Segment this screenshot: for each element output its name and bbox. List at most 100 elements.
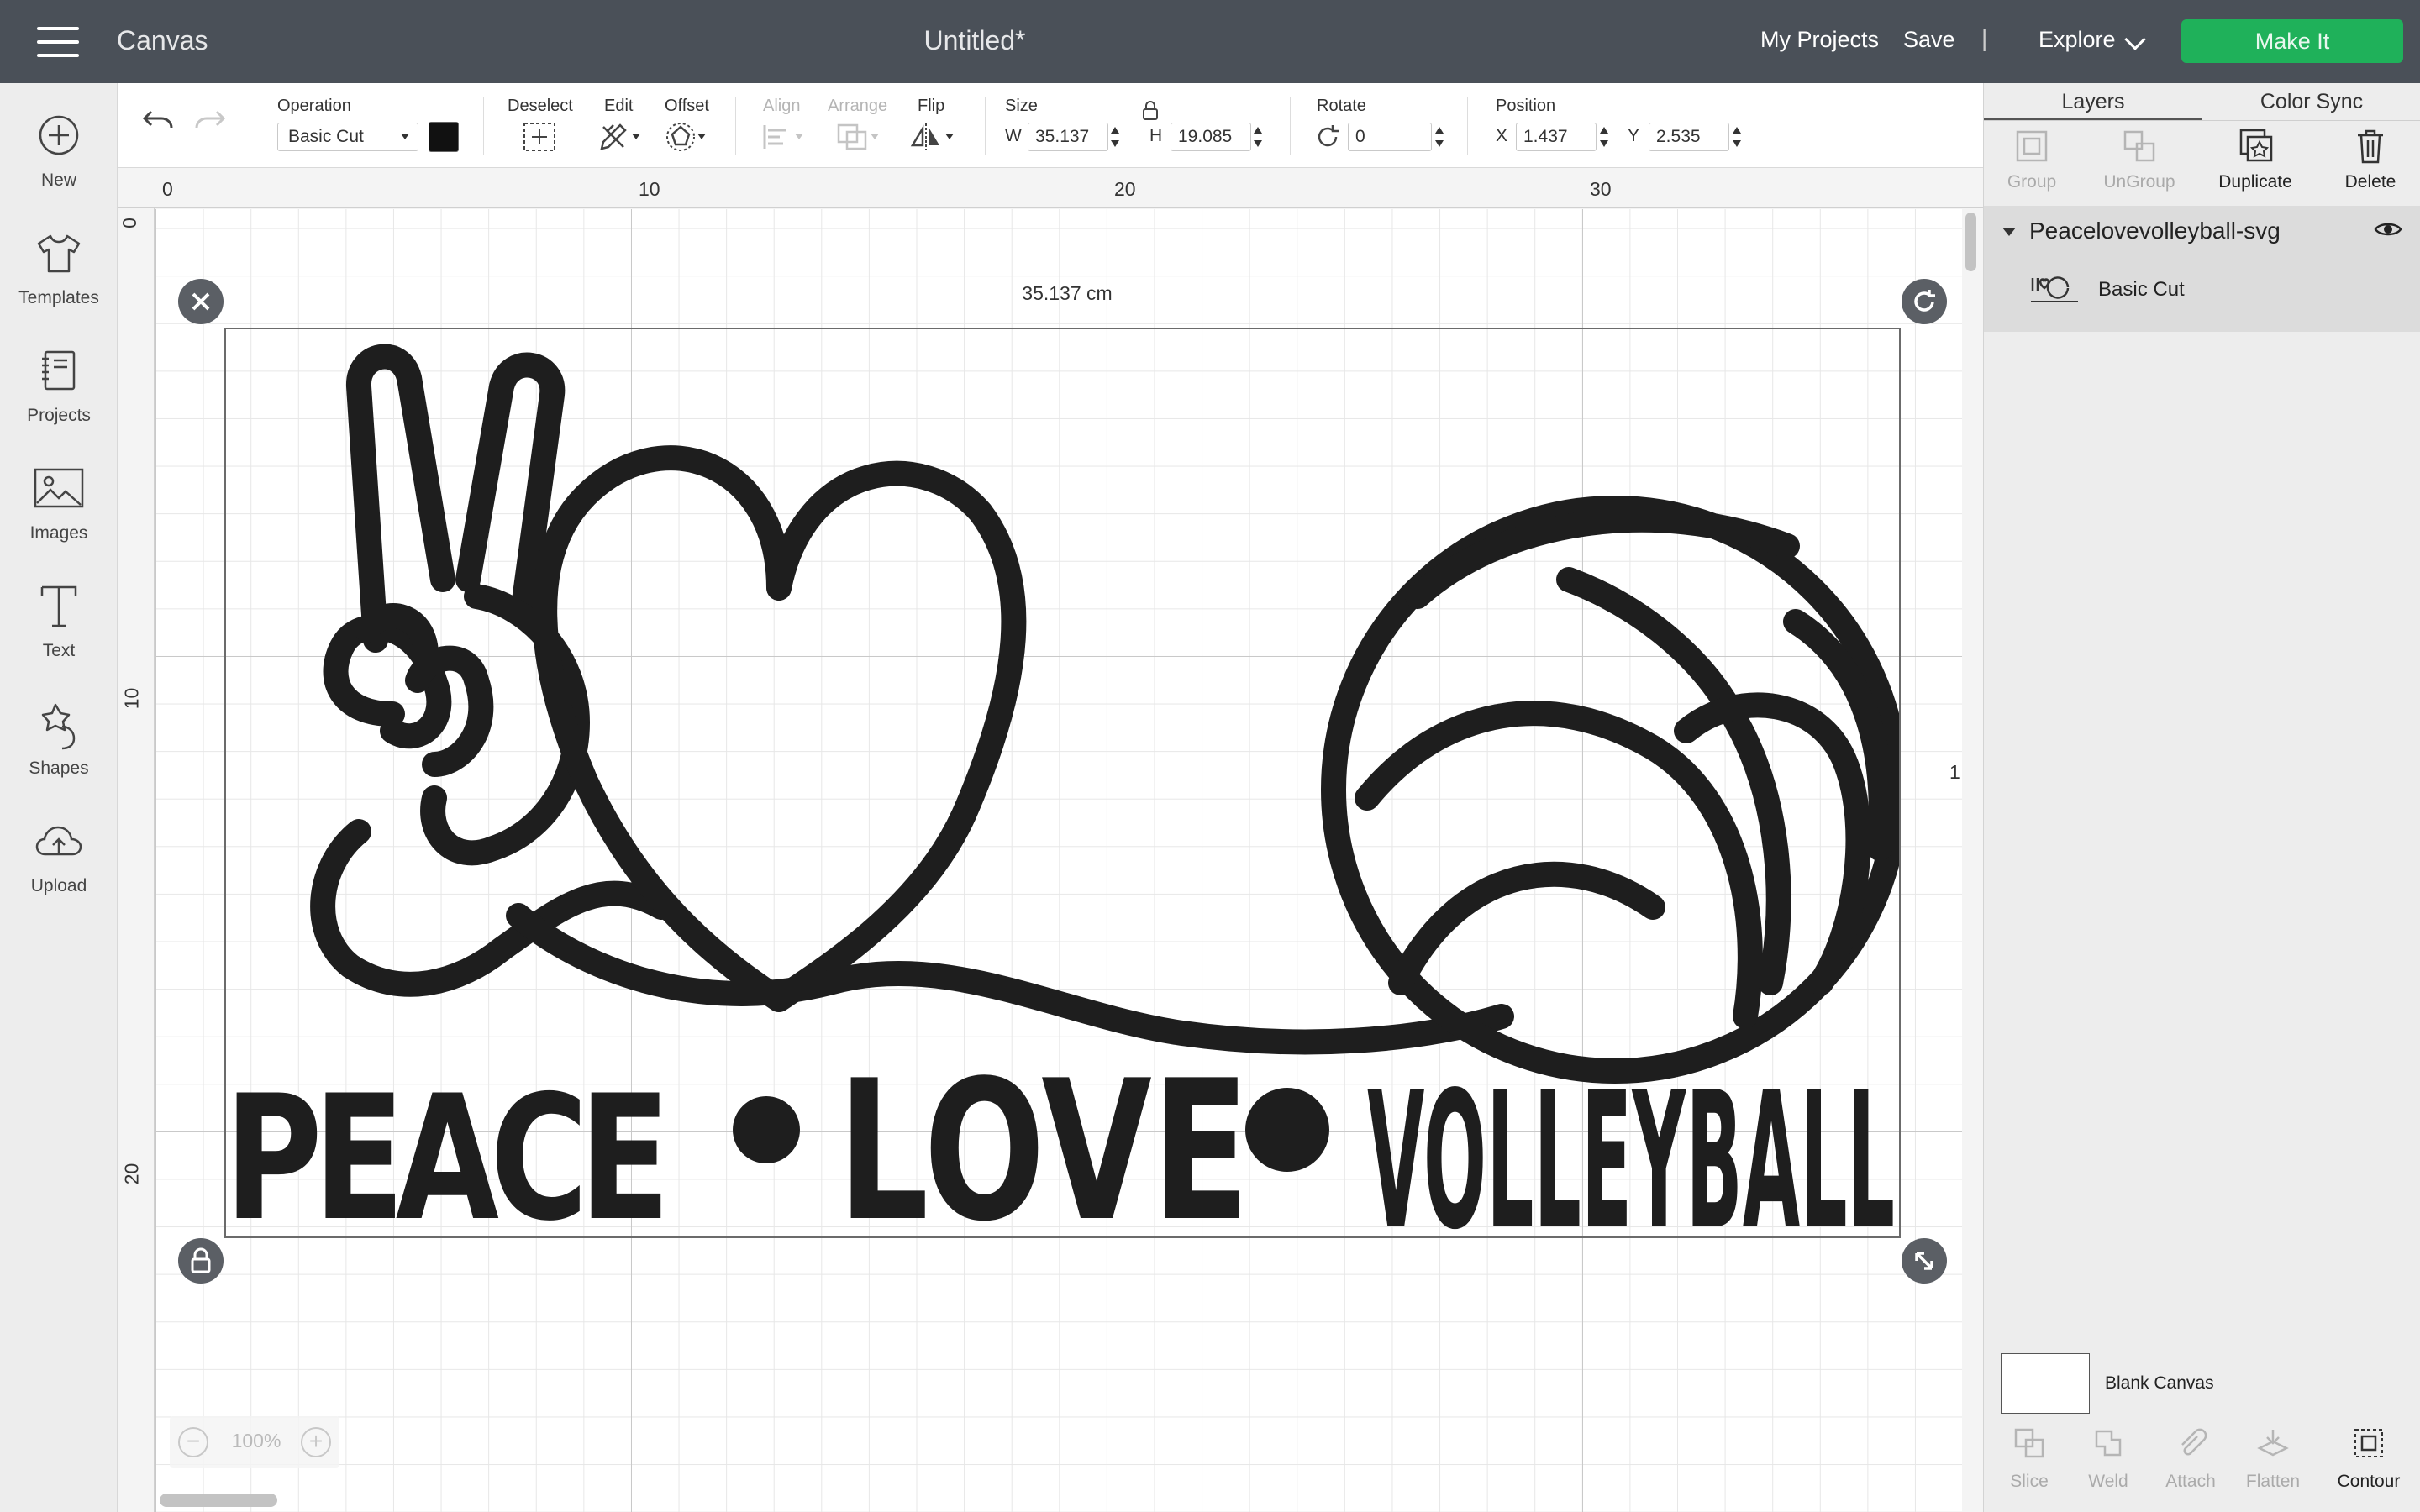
redo-icon[interactable] [192, 105, 230, 139]
rotate-stepper[interactable] [1434, 124, 1445, 150]
y-axis-label: Y [1628, 126, 1640, 145]
left-sidebar: New Templates Projects Images Text Shape… [0, 83, 118, 1512]
lock-handle[interactable] [178, 1238, 224, 1284]
contour-button[interactable]: Contour [2327, 1426, 2411, 1502]
align-icon[interactable] [758, 120, 797, 154]
ungroup-button[interactable]: UnGroup [2093, 127, 2186, 194]
edit-tools-icon[interactable] [597, 120, 635, 154]
sidebar-label-images: Images [29, 523, 88, 543]
sidebar-item-upload[interactable]: Upload [0, 819, 118, 920]
offset-caret-icon [697, 134, 706, 139]
selection-box [224, 328, 1901, 1238]
resize-handle[interactable] [1902, 1238, 1947, 1284]
x-position-input[interactable]: 1.437 [1516, 123, 1597, 151]
ruler-label: 0 [162, 178, 173, 200]
rotate-icon [1318, 125, 1339, 147]
my-projects-link[interactable]: My Projects [1760, 27, 1879, 53]
horizontal-scroll-thumb[interactable] [160, 1494, 277, 1507]
design-canvas[interactable]: 0 10 20 30 0 10 20 PEACE LOVE VOLLEYBALL… [118, 168, 1983, 1512]
weld-button[interactable]: Weld [2066, 1426, 2150, 1502]
resize-icon [1915, 1252, 1933, 1270]
save-link[interactable]: Save [1903, 27, 1955, 53]
slice-button[interactable]: Slice [1987, 1426, 2071, 1502]
y-position-input[interactable]: 2.535 [1649, 123, 1729, 151]
document-title[interactable]: Untitled* [840, 25, 1109, 56]
attach-label: Attach [2165, 1472, 2216, 1491]
tshirt-icon [37, 234, 81, 273]
rotate-input[interactable]: 0 [1348, 123, 1432, 151]
tab-color-sync[interactable]: Color Sync [2202, 83, 2420, 120]
delete-handle[interactable] [178, 279, 224, 324]
sidebar-item-text[interactable]: Text [0, 584, 118, 685]
sidebar-item-projects[interactable]: Projects [0, 349, 118, 449]
blank-canvas-row[interactable]: Blank Canvas [1984, 1336, 2420, 1416]
operation-select[interactable]: Basic Cut [277, 123, 418, 151]
sidebar-item-shapes[interactable]: Shapes [0, 701, 118, 802]
height-stepper[interactable] [1252, 124, 1264, 150]
layer-group[interactable]: Peacelovevolleyball-svg Basic Cut [1984, 206, 2420, 332]
group-button[interactable]: Group [1986, 127, 2078, 194]
align-label: Align [763, 97, 801, 115]
sidebar-label-shapes: Shapes [29, 759, 89, 778]
offset-label: Offset [665, 97, 709, 115]
operation-value: Basic Cut [288, 127, 364, 146]
attach-button[interactable]: Attach [2149, 1426, 2233, 1502]
sidebar-label-text: Text [42, 641, 76, 660]
color-swatch[interactable] [429, 122, 459, 152]
y-position-stepper[interactable] [1731, 124, 1743, 150]
flatten-button[interactable]: Flatten [2231, 1426, 2315, 1502]
group-label: Group [2007, 172, 2057, 192]
rotate-handle[interactable] [1902, 279, 1947, 324]
lock-aspect-icon[interactable] [1141, 100, 1160, 122]
edit-label: Edit [604, 97, 634, 115]
plus-circle-icon [39, 115, 79, 155]
hamburger-menu-icon[interactable] [37, 27, 79, 57]
ruler-label: 10 [120, 687, 143, 710]
width-input[interactable]: 35.137 [1028, 123, 1108, 151]
duplicate-label: Duplicate [2218, 172, 2292, 192]
height-axis-label: H [1150, 126, 1163, 145]
visibility-eye-icon[interactable] [2374, 219, 2402, 239]
layer-group-name: Peacelovevolleyball-svg [2029, 218, 2281, 244]
layers-panel: Layers Color Sync Group UnGroup Duplicat… [1983, 83, 2420, 1512]
tab-layers[interactable]: Layers [1984, 83, 2202, 120]
edit-toolbar: Operation Basic Cut Deselect Edit Offset… [118, 83, 1983, 168]
edit-caret-icon [632, 134, 640, 139]
offset-icon[interactable] [662, 120, 701, 154]
x-position-stepper[interactable] [1598, 124, 1610, 150]
arrange-icon[interactable] [834, 120, 872, 154]
undo-icon[interactable] [138, 105, 176, 139]
paperclip-icon [2181, 1428, 2207, 1456]
slice-label: Slice [2010, 1472, 2049, 1491]
sidebar-item-images[interactable]: Images [0, 466, 118, 567]
deselect-icon[interactable] [521, 120, 560, 154]
flatten-label: Flatten [2245, 1472, 2301, 1491]
width-stepper[interactable] [1109, 124, 1121, 150]
vertical-scroll-thumb[interactable] [1965, 213, 1976, 271]
flip-icon[interactable] [908, 120, 946, 154]
height-input[interactable]: 19.085 [1171, 123, 1251, 151]
ruler-label: 30 [1590, 178, 1612, 200]
contour-icon [2354, 1429, 2383, 1457]
zoom-in-button[interactable]: + [301, 1427, 331, 1457]
flip-label: Flip [918, 97, 945, 115]
explore-menu[interactable]: Explore [2039, 27, 2116, 53]
group-icon [2016, 130, 2048, 162]
chevron-down-icon[interactable] [2124, 29, 2146, 50]
top-bar: Canvas Untitled* My Projects Save | Expl… [0, 0, 2420, 83]
operation-caret-icon [401, 134, 409, 139]
sidebar-item-new[interactable]: New [0, 113, 118, 214]
zoom-out-button[interactable]: − [178, 1427, 208, 1457]
cloud-upload-icon [35, 826, 82, 856]
expand-triangle-icon[interactable] [2002, 228, 2016, 236]
duplicate-button[interactable]: Duplicate [2209, 127, 2302, 194]
delete-button[interactable]: Delete [2324, 127, 2417, 194]
lock-icon [191, 1247, 211, 1273]
layer-item-name[interactable]: Basic Cut [2098, 278, 2185, 302]
sidebar-label-upload: Upload [30, 876, 87, 895]
blank-canvas-swatch[interactable] [2001, 1353, 2090, 1414]
vertical-scrollbar[interactable] [1965, 210, 1978, 1512]
close-icon [192, 292, 210, 311]
sidebar-item-templates[interactable]: Templates [0, 231, 118, 332]
make-it-button[interactable]: Make It [2181, 19, 2403, 63]
